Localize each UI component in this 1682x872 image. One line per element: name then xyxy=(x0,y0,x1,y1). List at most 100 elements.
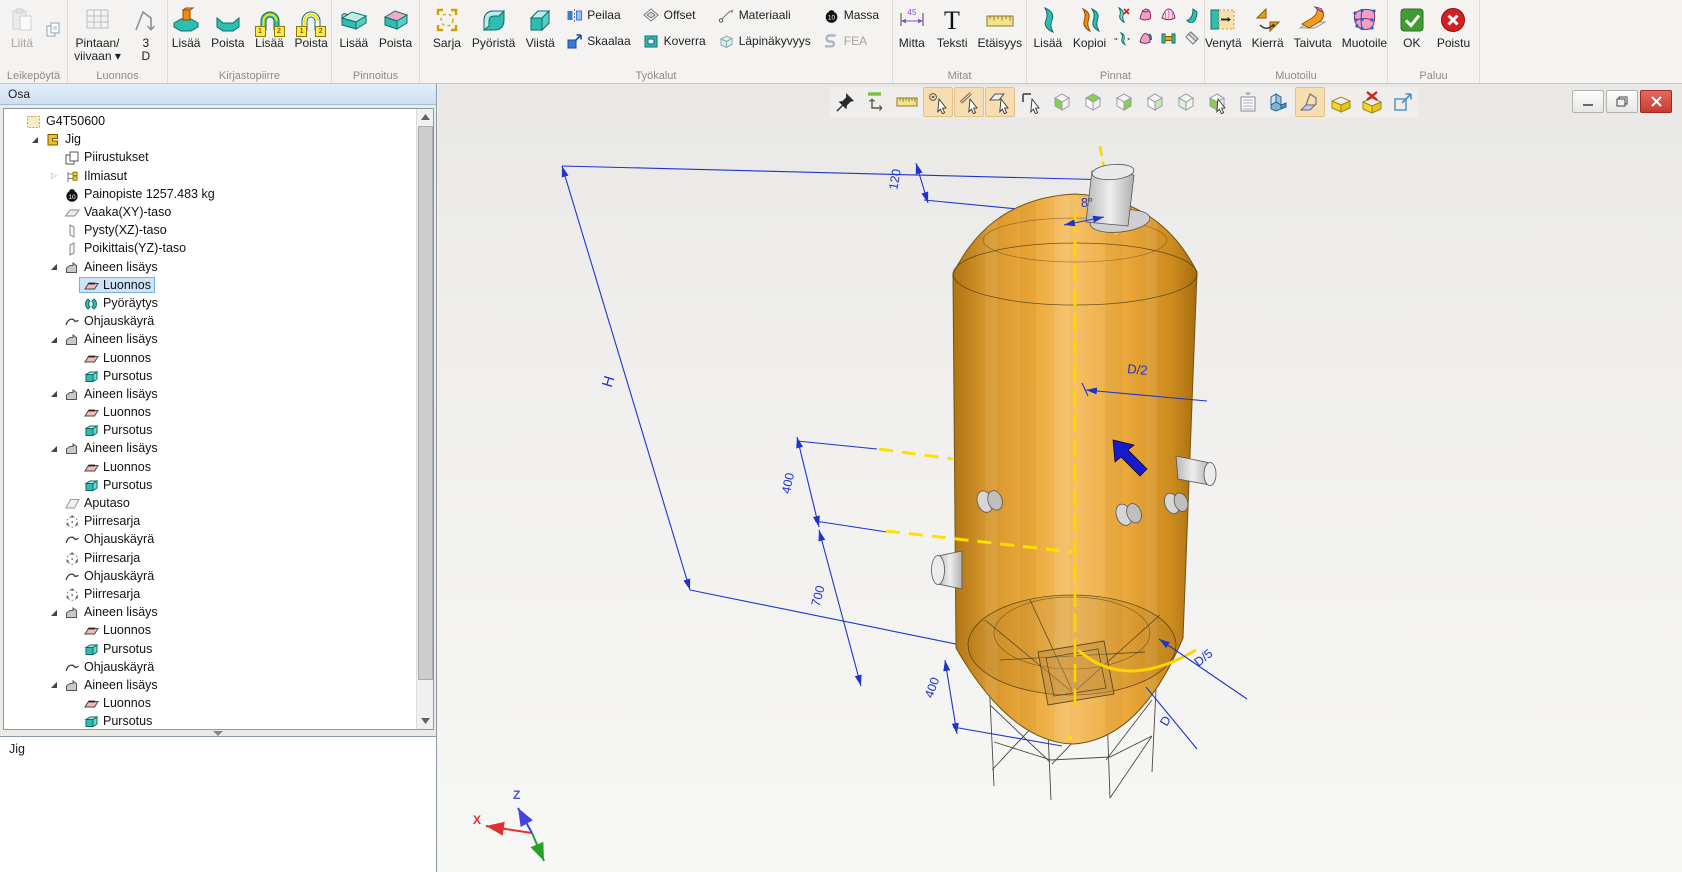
close-button[interactable] xyxy=(1640,90,1672,113)
peilaa-button[interactable]: Peilaa xyxy=(562,3,634,27)
viistä-button[interactable]: Viistä xyxy=(522,3,558,52)
tree-item-ohjausk-yr-[interactable]: Ohjauskäyrä xyxy=(4,312,416,330)
tree-item-aineen-lis-ys[interactable]: ◢Aineen lisäys xyxy=(4,330,416,348)
tree-item-luonnos[interactable]: Luonnos xyxy=(4,694,416,712)
export-view-button[interactable] xyxy=(1388,87,1418,117)
mitta-button[interactable]: 45Mitta xyxy=(894,3,930,52)
tree-item-ilmiasut[interactable]: ▷Ilmiasut xyxy=(4,167,416,185)
pick-corner-button[interactable] xyxy=(1016,87,1046,117)
tree-item-py-r-ytys[interactable]: Pyöräytys xyxy=(4,294,416,312)
tree-item-luonnos[interactable]: Luonnos xyxy=(4,276,416,294)
3-d-button[interactable]: 3D xyxy=(128,3,164,65)
snap-point-button[interactable] xyxy=(923,87,953,117)
koverra-button[interactable]: Koverra xyxy=(639,29,710,53)
tree-item-pursotus[interactable]: Pursotus xyxy=(4,476,416,494)
tree-item-jig[interactable]: ◢Jig xyxy=(4,130,416,148)
pyöristä-button[interactable]: Pyöristä xyxy=(469,3,518,52)
show-box-button[interactable] xyxy=(1326,87,1356,117)
surface-delete-button[interactable] xyxy=(1113,3,1132,25)
offset-button[interactable]: Offset xyxy=(639,3,710,27)
model-scene[interactable]: H1208°D/2400700400D/5D XZ xyxy=(438,84,1682,872)
surface-extend-button[interactable] xyxy=(1182,3,1201,25)
restore-button[interactable] xyxy=(1606,90,1638,113)
extrude-block-button[interactable] xyxy=(1264,87,1294,117)
tree-item-aineen-lis-ys[interactable]: ◢Aineen lisäys xyxy=(4,603,416,621)
taivuta-button[interactable]: Taivuta xyxy=(1291,3,1335,52)
surface-blend-button[interactable] xyxy=(1159,3,1178,25)
delete-box-button[interactable] xyxy=(1357,87,1387,117)
tree-item-pursotus[interactable]: Pursotus xyxy=(4,367,416,385)
surface-patch-button[interactable] xyxy=(1136,3,1155,25)
model-viewport[interactable]: H1208°D/2400700400D/5D XZ xyxy=(438,84,1682,872)
collapse-icon[interactable]: ◢ xyxy=(48,608,60,617)
tree-item-painopiste-1257-483-kg[interactable]: 10Painopiste 1257.483 kg xyxy=(4,185,416,203)
poistu-button[interactable]: Poistu xyxy=(1434,3,1473,52)
collapse-icon[interactable]: ◢ xyxy=(48,389,60,398)
tree-item-pursotus[interactable]: Pursotus xyxy=(4,421,416,439)
pushpin-button[interactable] xyxy=(830,87,860,117)
lisää-button[interactable]: Lisää xyxy=(336,3,372,52)
snap-face-button[interactable] xyxy=(985,87,1015,117)
etäisyys-button[interactable]: Etäisyys xyxy=(975,3,1026,52)
tree-item-piirresarja[interactable]: Piirresarja xyxy=(4,512,416,530)
tree-item-aineen-lis-ys[interactable]: ◢Aineen lisäys xyxy=(4,676,416,694)
feature-list-button[interactable] xyxy=(1233,87,1263,117)
surface-flip-button[interactable] xyxy=(1136,27,1155,49)
select-solid-button[interactable] xyxy=(1171,87,1201,117)
minimize-button[interactable] xyxy=(1572,90,1604,113)
poista-button[interactable]: 12Poista xyxy=(292,3,331,52)
ruler-button[interactable] xyxy=(892,87,922,117)
collapse-icon[interactable]: ◢ xyxy=(48,444,60,453)
pintaan-viivaan-button[interactable]: Pintaan/viivaan ▾ xyxy=(71,3,124,65)
ok-button[interactable]: OK xyxy=(1394,3,1430,52)
select-top-button[interactable] xyxy=(1078,87,1108,117)
collapse-icon[interactable]: ◢ xyxy=(29,135,41,144)
tree-item-aineen-lis-ys[interactable]: ◢Aineen lisäys xyxy=(4,385,416,403)
tree-item-aineen-lis-ys[interactable]: ◢Aineen lisäys xyxy=(4,258,416,276)
surface-move-button[interactable] xyxy=(1113,27,1132,49)
fea-button[interactable]: FEA xyxy=(819,29,883,53)
tree-item-ohjausk-yr-[interactable]: Ohjauskäyrä xyxy=(4,530,416,548)
tree-item-vaaka-xy-taso[interactable]: Vaaka(XY)-taso xyxy=(4,203,416,221)
tree-item-ohjausk-yr-[interactable]: Ohjauskäyrä xyxy=(4,658,416,676)
liitä-button[interactable]: Liitä xyxy=(4,3,40,52)
scroll-down-icon[interactable] xyxy=(417,713,433,729)
lisää-button[interactable]: Lisää xyxy=(1030,3,1066,52)
tree-item-luonnos[interactable]: Luonnos xyxy=(4,403,416,421)
tree-item-pursotus[interactable]: Pursotus xyxy=(4,639,416,657)
select-back-button[interactable] xyxy=(1140,87,1170,117)
copy-button[interactable] xyxy=(44,18,63,40)
expand-icon[interactable]: ▷ xyxy=(48,171,60,180)
select-face-button[interactable] xyxy=(1047,87,1077,117)
tree-item-pysty-xz-taso[interactable]: Pysty(XZ)-taso xyxy=(4,221,416,239)
skaalaa-button[interactable]: Skaalaa xyxy=(562,29,634,53)
tree-item-piirustukset[interactable]: Piirustukset xyxy=(4,148,416,166)
collapse-icon[interactable]: ◢ xyxy=(48,335,60,344)
surface-erase-button[interactable] xyxy=(1182,27,1201,49)
snap-line-button[interactable] xyxy=(954,87,984,117)
lisää-button[interactable]: 12Lisää xyxy=(252,3,288,52)
collapse-icon[interactable]: ◢ xyxy=(48,680,60,689)
venytä-button[interactable]: Venytä xyxy=(1202,3,1245,52)
scroll-up-icon[interactable] xyxy=(417,109,433,125)
tree-item-piirresarja[interactable]: Piirresarja xyxy=(4,549,416,567)
muotoile-button[interactable]: Muotoile xyxy=(1339,3,1390,52)
select-side-button[interactable] xyxy=(1109,87,1139,117)
scrollbar-thumb[interactable] xyxy=(418,126,433,680)
sketch-plane-button[interactable] xyxy=(1295,87,1325,117)
massa-button[interactable]: 10Massa xyxy=(819,3,883,27)
surface-frame-button[interactable] xyxy=(1159,27,1178,49)
kopioi-button[interactable]: Kopioi xyxy=(1070,3,1109,52)
poista-button[interactable]: Poista xyxy=(208,3,247,52)
tree-item-ohjausk-yr-[interactable]: Ohjauskäyrä xyxy=(4,567,416,585)
tree-item-luonnos[interactable]: Luonnos xyxy=(4,458,416,476)
tree-item-g4t50600[interactable]: G4T50600 xyxy=(4,112,416,130)
kierrä-button[interactable]: Kierrä xyxy=(1249,3,1287,52)
move-measure-button[interactable] xyxy=(861,87,891,117)
tree-item-poikittais-yz-taso[interactable]: Poikittais(YZ)-taso xyxy=(4,239,416,257)
tree-item-aineen-lis-ys[interactable]: ◢Aineen lisäys xyxy=(4,439,416,457)
select-body-cursor-button[interactable] xyxy=(1202,87,1232,117)
tree-item-aputaso[interactable]: Aputaso xyxy=(4,494,416,512)
poista-button[interactable]: Poista xyxy=(376,3,415,52)
collapse-icon[interactable]: ◢ xyxy=(48,262,60,271)
